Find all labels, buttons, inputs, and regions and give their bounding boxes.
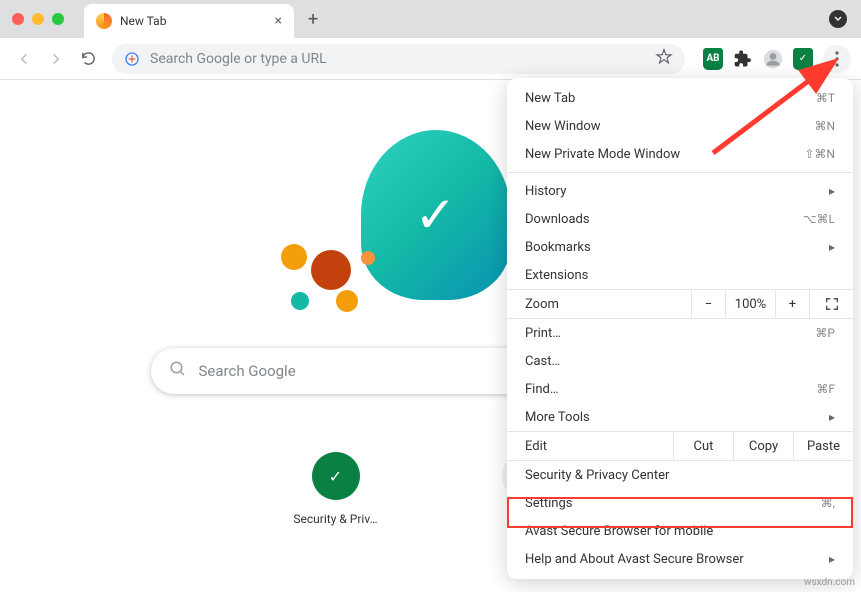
browser-menu-button[interactable] — [823, 45, 851, 73]
menu-more-tools[interactable]: More Tools▸ — [507, 403, 853, 431]
profile-icon[interactable] — [763, 49, 783, 69]
window-controls — [12, 13, 64, 25]
browser-menu: New Tab⌘T New Window⌘N New Private Mode … — [507, 78, 853, 579]
bookmark-star-icon[interactable] — [655, 48, 673, 70]
browser-tab[interactable]: New Tab × — [84, 4, 294, 38]
menu-new-window[interactable]: New Window⌘N — [507, 112, 853, 140]
menu-new-tab[interactable]: New Tab⌘T — [507, 84, 853, 112]
zoom-value: 100% — [725, 290, 775, 318]
menu-cast[interactable]: Cast… — [507, 347, 853, 375]
zoom-out-button[interactable]: − — [691, 290, 725, 318]
menu-history[interactable]: History▸ — [507, 177, 853, 205]
shortcut-label: Security & Priv… — [293, 512, 377, 526]
menu-security-center[interactable]: Security & Privacy Center — [507, 461, 853, 489]
new-tab-button[interactable]: + — [308, 9, 318, 30]
window-dropdown-icon[interactable] — [829, 10, 847, 28]
maximize-window-button[interactable] — [52, 13, 64, 25]
fullscreen-button[interactable] — [809, 290, 853, 318]
tab-title: New Tab — [120, 14, 267, 28]
tab-favicon-icon — [96, 13, 112, 29]
search-icon — [169, 360, 187, 382]
browser-toolbar: Search Google or type a URL AB ✓ — [0, 38, 861, 80]
menu-zoom-row: Zoom − 100% + — [507, 289, 853, 319]
menu-find[interactable]: Find…⌘F — [507, 375, 853, 403]
menu-new-private-window[interactable]: New Private Mode Window⇧⌘N — [507, 140, 853, 168]
shield-check-icon: ✓ — [312, 452, 360, 500]
watermark: wsxdn.com — [804, 577, 855, 588]
menu-mobile[interactable]: Avast Secure Browser for mobile — [507, 517, 853, 545]
menu-settings[interactable]: Settings⌘, — [507, 489, 853, 517]
chevron-right-icon: ▸ — [829, 552, 835, 566]
close-window-button[interactable] — [12, 13, 24, 25]
close-tab-icon[interactable]: × — [275, 13, 282, 29]
shortcut-security[interactable]: ✓ Security & Priv… — [291, 452, 381, 526]
menu-help[interactable]: Help and About Avast Secure Browser▸ — [507, 545, 853, 573]
chevron-right-icon: ▸ — [829, 184, 835, 198]
menu-bookmarks[interactable]: Bookmarks▸ — [507, 233, 853, 261]
address-bar-placeholder: Search Google or type a URL — [150, 51, 327, 67]
reload-button[interactable] — [74, 45, 102, 73]
address-bar[interactable]: Search Google or type a URL — [112, 44, 685, 74]
paste-button[interactable]: Paste — [793, 432, 853, 460]
extensions-puzzle-icon[interactable] — [733, 49, 753, 69]
forward-button[interactable] — [42, 45, 70, 73]
adblock-extension-icon[interactable]: AB — [703, 49, 723, 69]
menu-edit-row: Edit Cut Copy Paste — [507, 431, 853, 461]
minimize-window-button[interactable] — [32, 13, 44, 25]
menu-print[interactable]: Print…⌘P — [507, 319, 853, 347]
back-button[interactable] — [10, 45, 38, 73]
cut-button[interactable]: Cut — [673, 432, 733, 460]
check-icon: ✓ — [415, 186, 457, 245]
menu-downloads[interactable]: Downloads⌥⌘L — [507, 205, 853, 233]
avast-shield-icon[interactable]: ✓ — [793, 49, 813, 69]
chevron-right-icon: ▸ — [829, 410, 835, 424]
zoom-label: Zoom — [507, 290, 691, 318]
edit-label: Edit — [507, 432, 673, 460]
chevron-right-icon: ▸ — [829, 240, 835, 254]
zoom-in-button[interactable]: + — [775, 290, 809, 318]
google-icon — [124, 51, 140, 67]
search-placeholder: Search Google — [199, 362, 296, 380]
menu-extensions[interactable]: Extensions — [507, 261, 853, 289]
window-titlebar: New Tab × + — [0, 0, 861, 38]
copy-button[interactable]: Copy — [733, 432, 793, 460]
